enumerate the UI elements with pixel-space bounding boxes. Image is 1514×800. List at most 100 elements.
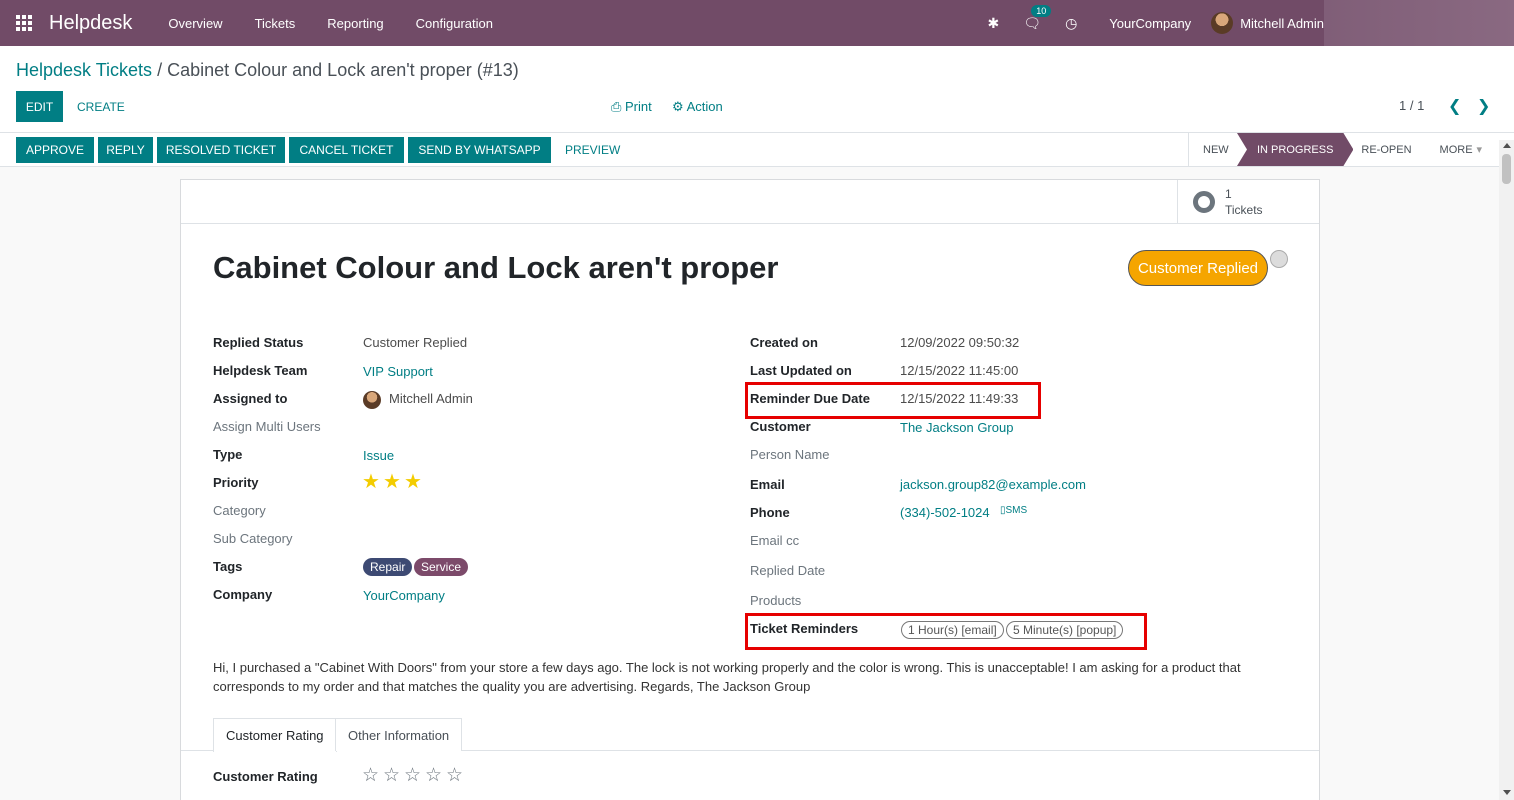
breadcrumb-parent[interactable]: Helpdesk Tickets (16, 60, 152, 80)
print-label: Print (625, 99, 652, 114)
customer-value[interactable]: The Jackson Group (900, 420, 1013, 435)
created-value: 12/09/2022 09:50:32 (900, 335, 1020, 350)
empty-star-icon[interactable]: ☆ (425, 764, 442, 787)
caret-down-icon: ▾ (1476, 144, 1483, 156)
tickets-count: 1 (1225, 186, 1232, 201)
tag-service[interactable]: Service (414, 558, 469, 576)
company-value[interactable]: YourCompany (363, 588, 445, 603)
clock-icon[interactable]: ◷ (1065, 15, 1077, 32)
type-value[interactable]: Issue (363, 448, 394, 463)
replied-status-value: Customer Replied (363, 335, 468, 350)
ticket-title[interactable]: Cabinet Colour and Lock aren't proper (213, 250, 778, 286)
status-badge: Customer Replied (1128, 250, 1268, 286)
emailcc-label: Email cc (750, 533, 800, 548)
menu-reporting[interactable]: Reporting (327, 16, 383, 31)
reminder-chip[interactable]: 5 Minute(s) [popup] (1006, 621, 1124, 639)
status-bar: APPROVE REPLY RESOLVED TICKET CANCEL TIC… (0, 133, 1514, 167)
tag-repair[interactable]: Repair (363, 558, 413, 576)
reply-button[interactable]: REPLY (98, 137, 153, 163)
empty-star-icon[interactable]: ☆ (446, 764, 463, 787)
breadcrumb: Helpdesk Tickets / Cabinet Colour and Lo… (16, 60, 519, 81)
scroll-up-arrow-icon[interactable] (1503, 143, 1511, 148)
create-button[interactable]: CREATE (77, 91, 125, 122)
menu-tickets[interactable]: Tickets (255, 16, 296, 31)
stage-more[interactable]: MORE ▾ (1426, 133, 1497, 166)
company-switcher[interactable]: YourCompany (1109, 16, 1191, 31)
team-value[interactable]: VIP Support (363, 364, 433, 379)
approve-button[interactable]: APPROVE (16, 137, 94, 163)
bug-icon[interactable]: ✱ (988, 15, 1000, 32)
type-label: Type (213, 447, 243, 462)
cancel-ticket-button[interactable]: CANCEL TICKET (289, 137, 404, 163)
notebook-tabs: Customer Rating Other Information (181, 718, 1319, 752)
priority-star-icon[interactable]: ★ (362, 469, 380, 494)
top-navbar: Helpdesk Overview Tickets Reporting Conf… (0, 0, 1514, 46)
priority-label: Priority (213, 475, 259, 490)
button-box: 1 Tickets (181, 180, 1319, 224)
menu-overview[interactable]: Overview (168, 16, 222, 31)
assigned-value[interactable]: Mitchell Admin (389, 391, 473, 406)
priority-star-icon[interactable]: ★ (404, 469, 422, 494)
chevron-left-icon[interactable]: ❮ (1448, 96, 1461, 116)
stage-new[interactable]: NEW (1189, 133, 1237, 166)
app-brand[interactable]: Helpdesk (49, 12, 132, 35)
stage-more-label: MORE (1439, 143, 1473, 156)
created-label: Created on (750, 335, 818, 350)
menu-configuration[interactable]: Configuration (416, 16, 493, 31)
tickets-label: Tickets (1225, 202, 1263, 217)
kanban-state-icon[interactable] (1270, 250, 1288, 268)
tickets-smart-button[interactable]: 1 Tickets (1177, 180, 1319, 223)
company-label: Company (213, 587, 273, 602)
print-dropdown[interactable]: ⎙ Print (611, 99, 652, 115)
resolved-ticket-button[interactable]: RESOLVED TICKET (157, 137, 285, 163)
person-label: Person Name (750, 447, 830, 462)
ticket-description[interactable]: Hi, I purchased a "Cabinet With Doors" f… (213, 658, 1263, 696)
send-whatsapp-button[interactable]: SEND BY WHATSAPP (408, 137, 551, 163)
sms-link[interactable]: ▯SMS (1000, 505, 1027, 516)
products-label: Products (750, 593, 802, 608)
user-name: Mitchell Admin (1240, 15, 1324, 31)
blurred-area (1324, 0, 1514, 46)
email-label: Email (750, 477, 785, 492)
reminders-label: Ticket Reminders (750, 621, 859, 636)
form-sheet: 1 Tickets Cabinet Colour and Lock aren't… (180, 179, 1320, 800)
tab-other-information[interactable]: Other Information (335, 718, 463, 751)
messages-icon[interactable]: 🗨 10 (1023, 4, 1052, 32)
multi-users-label: Assign Multi Users (213, 419, 321, 434)
stage-re-open[interactable]: RE-OPEN (1353, 133, 1425, 166)
print-icon: ⎙ (611, 99, 626, 114)
life-ring-icon (1193, 190, 1215, 213)
phone-label: Phone (750, 505, 790, 520)
preview-button[interactable]: PREVIEW (565, 137, 620, 163)
priority-star-icon[interactable]: ★ (383, 469, 401, 494)
team-label: Helpdesk Team (213, 363, 308, 378)
empty-star-icon[interactable]: ☆ (383, 764, 400, 787)
action-dropdown[interactable]: ⚙ Action (672, 99, 723, 115)
scroll-thumb[interactable] (1502, 154, 1511, 184)
scroll-down-arrow-icon[interactable] (1503, 790, 1511, 795)
user-avatar (1211, 12, 1234, 34)
stage-in-progress[interactable]: IN PROGRESS (1237, 133, 1353, 166)
email-value[interactable]: jackson.group82@example.com (900, 477, 1086, 492)
chevron-right-icon[interactable]: ❯ (1477, 96, 1490, 116)
customer-rating-label: Customer Rating (213, 769, 318, 784)
phone-value[interactable]: (334)-502-1024 (900, 505, 990, 520)
stage-pipeline: NEW IN PROGRESS RE-OPEN MORE ▾ (1188, 133, 1496, 166)
tab-customer-rating[interactable]: Customer Rating (213, 718, 337, 752)
reminder-chip[interactable]: 1 Hour(s) [email] (901, 621, 1004, 639)
subcategory-label: Sub Category (213, 531, 293, 546)
empty-star-icon[interactable]: ☆ (404, 764, 421, 787)
apps-grid-icon[interactable] (16, 14, 34, 32)
user-menu[interactable]: Mitchell Admin (1211, 12, 1324, 34)
action-label: Action (686, 99, 723, 114)
category-label: Category (213, 503, 266, 518)
customer-label: Customer (750, 419, 811, 434)
updated-label: Last Updated on (750, 363, 852, 378)
replied-status-label: Replied Status (213, 335, 304, 350)
edit-button[interactable]: EDIT (16, 91, 63, 122)
assignee-avatar (363, 391, 381, 409)
breadcrumb-separator: / (152, 60, 168, 80)
page-scrollbar[interactable] (1499, 140, 1514, 800)
pager-value[interactable]: 1 / 1 (1399, 98, 1424, 113)
empty-star-icon[interactable]: ☆ (362, 764, 379, 787)
